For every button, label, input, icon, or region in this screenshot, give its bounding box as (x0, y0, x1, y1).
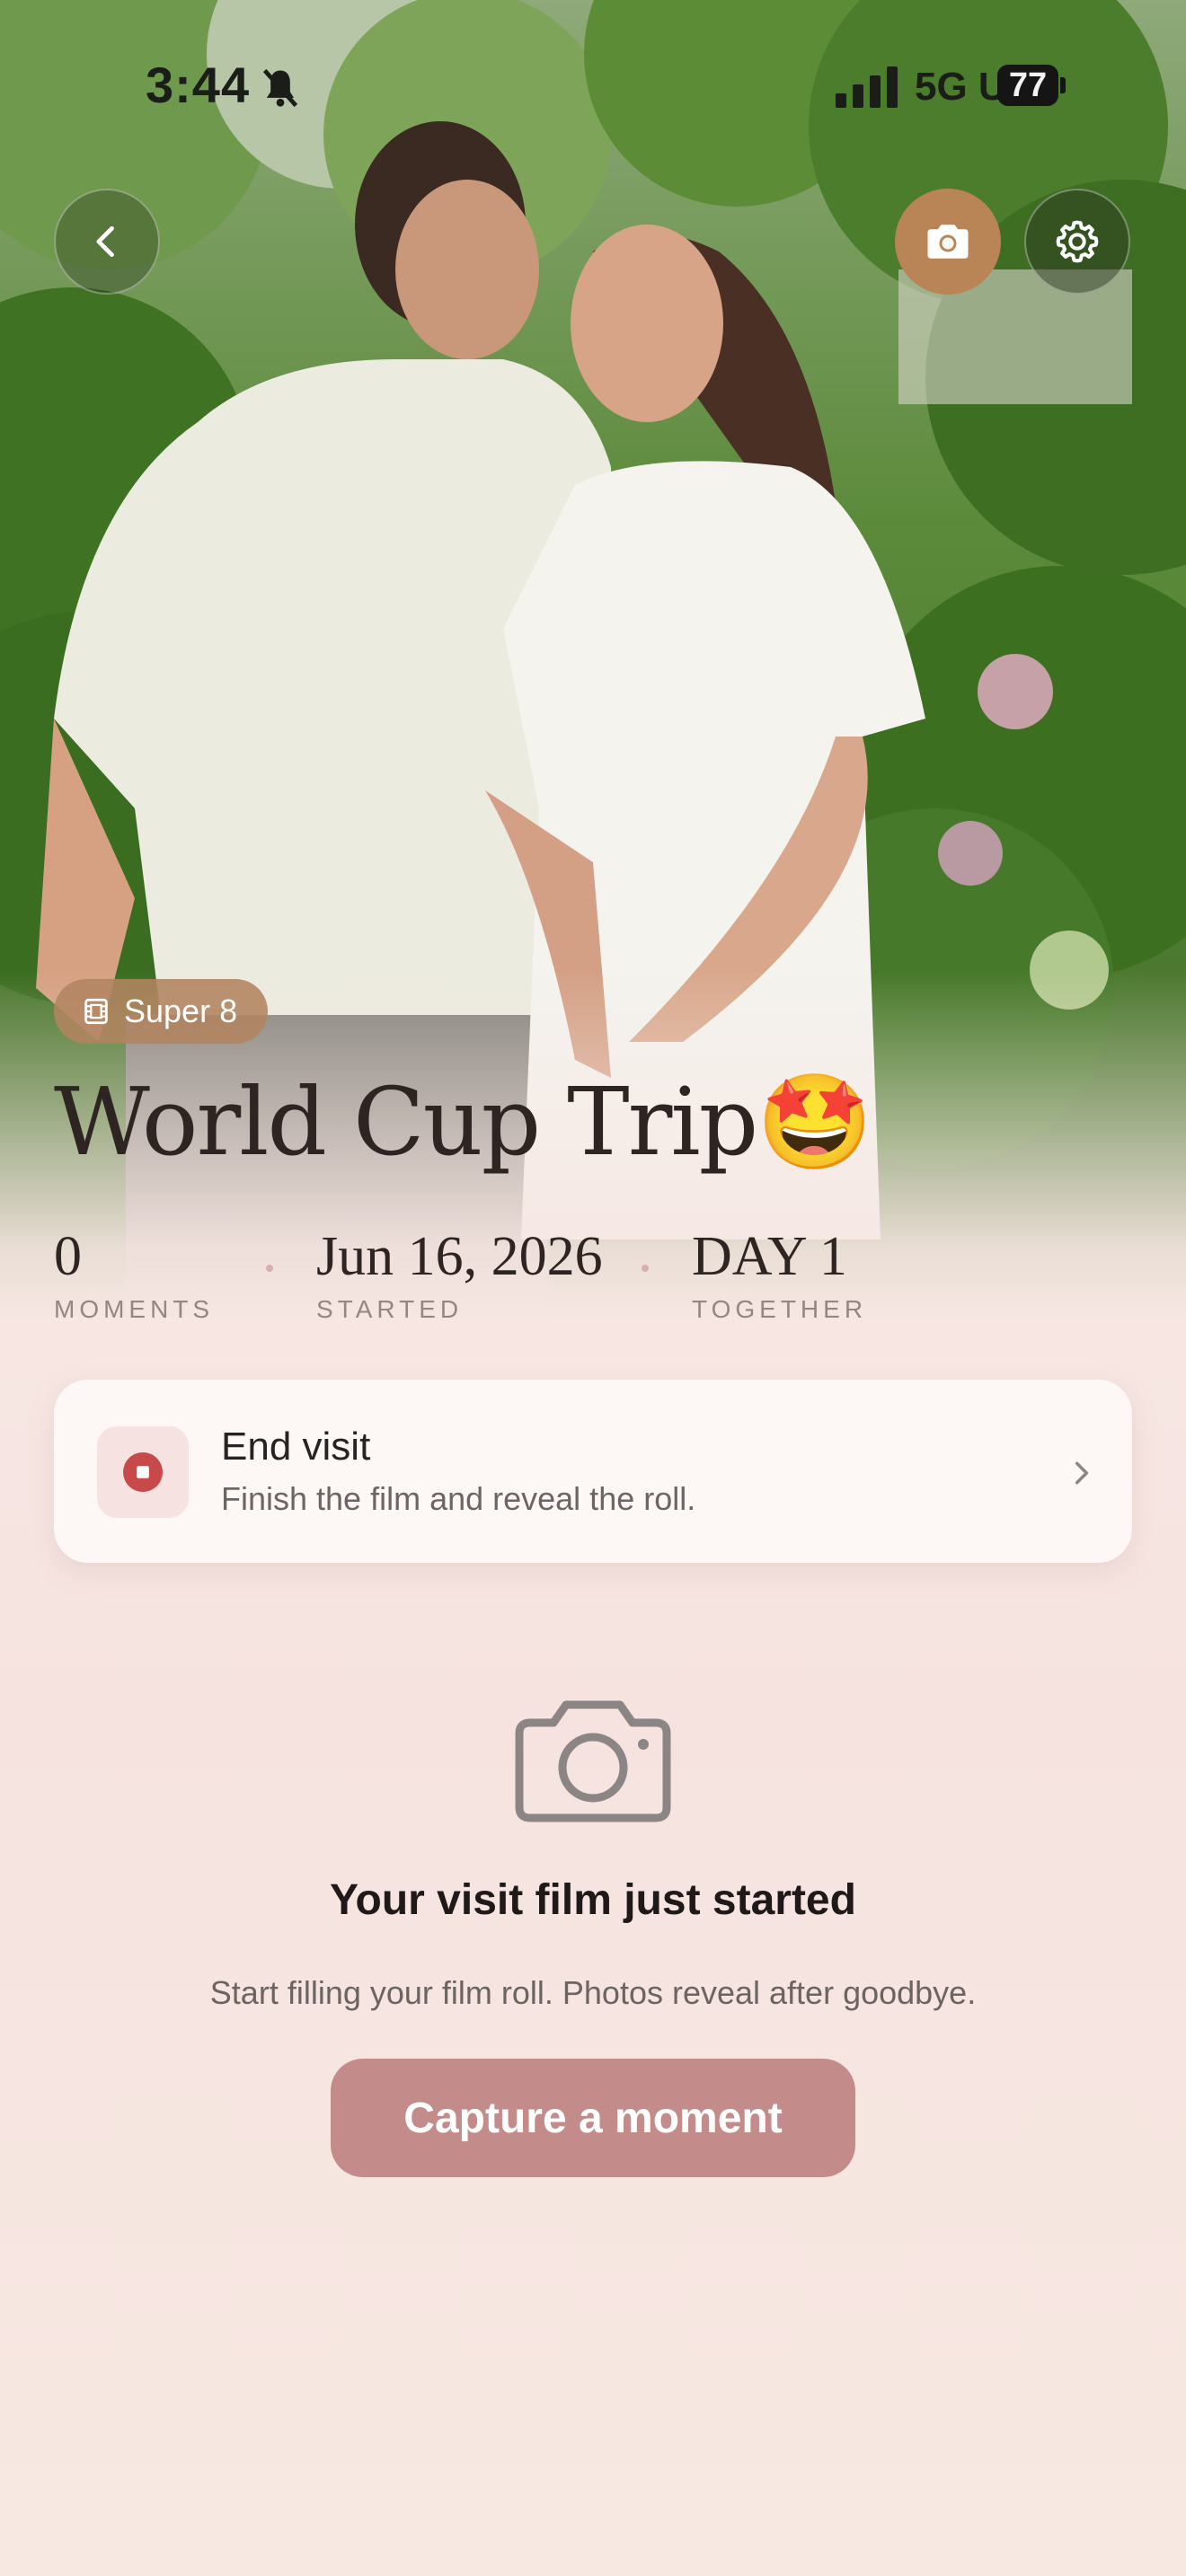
film-badge-label: Super 8 (124, 992, 238, 1029)
end-visit-card[interactable]: End visit Finish the film and reveal the… (54, 1380, 1132, 1563)
empty-state-subtitle: Start filling your film roll. Photos rev… (209, 1974, 977, 2011)
visit-title: World Cup Trip🤩 (54, 1067, 873, 1177)
battery-indicator: 77 (997, 65, 1058, 106)
stat-together: DAY 1 TOGETHER (692, 1225, 867, 1324)
settings-button[interactable] (1024, 189, 1130, 295)
stat-moments-label: MOMENTS (54, 1295, 215, 1323)
film-icon (84, 998, 108, 1025)
stop-icon-container (97, 1426, 189, 1518)
film-type-badge: Super 8 (54, 979, 269, 1044)
end-visit-subtitle: Finish the film and reveal the roll. (221, 1480, 696, 1517)
chevron-right-icon (1075, 1461, 1089, 1485)
stat-started: Jun 16, 2026 STARTED (316, 1225, 603, 1324)
bell-slash-icon (262, 68, 298, 108)
gear-icon (1056, 220, 1099, 263)
status-bar: 3:44 5G UC 77 (0, 0, 1186, 171)
empty-state-title: Your visit film just started (330, 1876, 856, 1924)
stat-started-value: Jun 16, 2026 (316, 1226, 603, 1287)
stat-separator-dot (266, 1265, 273, 1272)
stat-together-value: DAY 1 (692, 1226, 847, 1287)
stat-started-label: STARTED (316, 1295, 464, 1323)
end-visit-title: End visit (221, 1425, 371, 1469)
capture-moment-button[interactable]: Capture a moment (331, 2059, 855, 2177)
signal-icon (836, 66, 898, 108)
stat-together-label: TOGETHER (692, 1295, 868, 1323)
camera-outline-icon (515, 1700, 671, 1822)
back-button[interactable] (54, 189, 160, 295)
status-time: 3:44 (146, 57, 251, 113)
stat-separator-dot (642, 1265, 649, 1272)
back-chevron-icon (96, 225, 114, 258)
camera-button[interactable] (895, 189, 1001, 295)
stat-moments-value: 0 (54, 1226, 82, 1287)
stop-icon (123, 1452, 163, 1492)
camera-icon (927, 225, 969, 259)
stat-moments: 0 MOMENTS (54, 1225, 214, 1324)
